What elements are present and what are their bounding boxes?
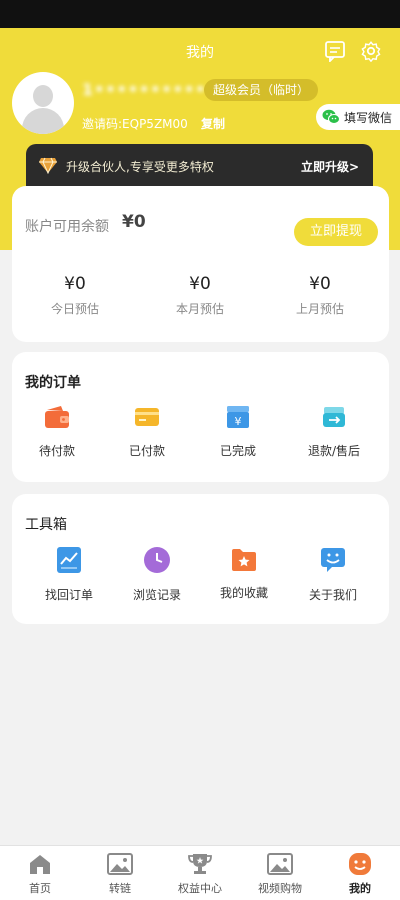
username: 1•••••••••••0 [82, 80, 230, 99]
fill-wechat-button[interactable]: 填写微信 [316, 104, 400, 130]
order-completed[interactable]: ¥ 已完成 [193, 404, 283, 459]
invite-code: 邀请码:EQP5ZM00 [82, 117, 188, 131]
tool-retrieve-order[interactable]: 找回订单 [24, 546, 114, 603]
avatar[interactable] [12, 72, 74, 134]
video-image-icon [267, 853, 293, 875]
stat-this-month-value: ¥0 [189, 274, 211, 294]
avatar-head [33, 85, 53, 107]
tab-home-label: 首页 [29, 882, 51, 895]
star-folder-icon [232, 549, 256, 571]
upgrade-now-link[interactable]: 立即升级> [301, 158, 359, 175]
tab-video-shopping[interactable]: 视频购物 [240, 852, 320, 896]
chart-icon [57, 547, 81, 573]
order-pending-payment[interactable]: 待付款 [12, 404, 102, 459]
tool-my-favorites-label: 我的收藏 [219, 586, 268, 600]
wechat-icon [322, 109, 340, 124]
fill-wechat-label: 填写微信 [344, 110, 393, 125]
yen-box-icon: ¥ [227, 406, 249, 428]
balance-card: 账户可用余额 ¥0 立即提现 ¥0 今日预估 ¥0 本月预估 ¥0 上月预估 [12, 186, 389, 342]
svg-text:¥: ¥ [235, 415, 242, 428]
smile-chat-icon [321, 548, 345, 572]
stat-today-label: 今日预估 [50, 302, 99, 316]
copy-button[interactable]: 复制 [201, 115, 225, 132]
clock-icon [144, 547, 170, 573]
avatar-body [22, 108, 64, 134]
tool-retrieve-order-label: 找回订单 [44, 588, 93, 602]
stat-this-month: ¥0 本月预估 [145, 274, 255, 317]
vip-upgrade-banner[interactable]: 升级合伙人,专享受更多特权 立即升级> [26, 144, 373, 188]
orders-card: 我的订单 待付款 已付款 ¥ 已完成 退款/售后 [12, 352, 389, 482]
profile-face-icon [349, 853, 371, 875]
stat-last-month-value: ¥0 [309, 274, 331, 294]
tool-about-us[interactable]: 关于我们 [288, 546, 378, 603]
order-refund-aftersale[interactable]: 退款/售后 [289, 404, 379, 459]
refund-icon [323, 407, 345, 427]
order-refund-aftersale-label: 退款/售后 [307, 444, 361, 458]
tab-convert-link[interactable]: 转链 [80, 852, 160, 896]
tab-video-shopping-label: 视频购物 [258, 882, 302, 895]
home-icon [30, 855, 50, 874]
status-bar [0, 0, 400, 28]
stat-this-month-label: 本月预估 [175, 302, 224, 316]
tab-mine-label: 我的 [349, 882, 371, 895]
stat-today-value: ¥0 [64, 274, 86, 294]
order-paid[interactable]: 已付款 [102, 404, 192, 459]
order-pending-payment-label: 待付款 [38, 444, 75, 458]
tab-rights-center[interactable]: 权益中心 [160, 852, 240, 896]
trophy-icon [188, 854, 212, 874]
wallet-icon [45, 406, 69, 428]
message-icon[interactable] [324, 40, 346, 62]
stat-last-month-label: 上月预估 [295, 302, 344, 316]
balance-label: 账户可用余额 [25, 219, 109, 235]
member-badge: 超级会员（临时） [204, 79, 318, 101]
vip-banner-text: 升级合伙人,专享受更多特权 [66, 160, 214, 174]
gear-icon[interactable] [360, 40, 382, 62]
toolbox-title: 工具箱 [25, 517, 67, 533]
tool-about-us-label: 关于我们 [308, 588, 357, 602]
stat-last-month: ¥0 上月预估 [265, 274, 375, 317]
tab-mine[interactable]: 我的 [320, 852, 400, 896]
stat-today: ¥0 今日预估 [20, 274, 130, 317]
tab-home[interactable]: 首页 [0, 852, 80, 896]
balance-value: ¥0 [122, 212, 146, 232]
diamond-icon [39, 157, 57, 174]
tool-my-favorites[interactable]: 我的收藏 [199, 546, 289, 601]
tool-browse-history-label: 浏览记录 [132, 588, 181, 602]
tool-browse-history[interactable]: 浏览记录 [112, 546, 202, 603]
toolbox-card: 工具箱 找回订单 浏览记录 我的收藏 关于我们 [12, 494, 389, 624]
bottom-tab-bar: 首页 转链 权益中心 视频购物 我的 [0, 845, 400, 900]
withdraw-button[interactable]: 立即提现 [294, 218, 378, 246]
order-completed-label: 已完成 [219, 444, 256, 458]
image-icon [107, 853, 133, 875]
order-paid-label: 已付款 [128, 444, 165, 458]
tab-rights-center-label: 权益中心 [178, 882, 222, 895]
tab-convert-link-label: 转链 [109, 882, 131, 895]
orders-title: 我的订单 [25, 375, 81, 391]
card-icon [135, 408, 159, 426]
